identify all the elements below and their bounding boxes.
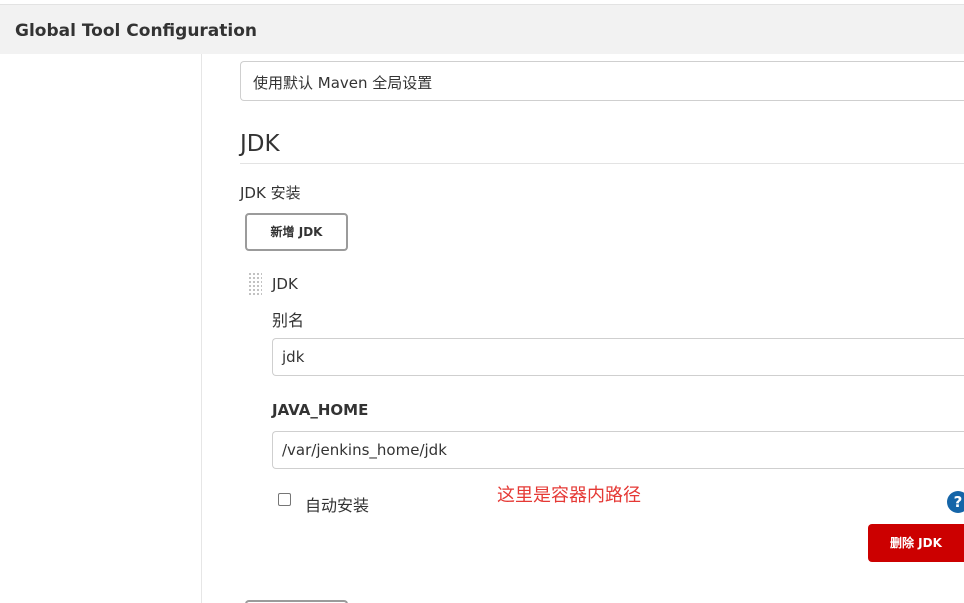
annotation-note: 这里是容器内路径 (497, 485, 641, 506)
auto-install-checkbox[interactable] (278, 493, 291, 506)
add-jdk-button[interactable]: 新增 JDK (245, 213, 348, 251)
auto-install-label[interactable]: 自动安装 (305, 492, 369, 516)
jdk-section-heading: JDK (240, 131, 280, 157)
maven-global-settings-value: 使用默认 Maven 全局设置 (253, 74, 433, 92)
alias-input-value: jdk (282, 348, 305, 366)
java-home-input-value: /var/jenkins_home/jdk (282, 441, 447, 459)
drag-handle-icon[interactable] (248, 272, 262, 296)
section-divider (240, 163, 964, 164)
java-home-label: JAVA_HOME (272, 401, 369, 419)
jdk-installations-label: JDK 安装 (240, 184, 301, 202)
alias-input[interactable]: jdk (272, 338, 964, 376)
page-header: Global Tool Configuration (0, 4, 964, 54)
sidebar-divider (201, 54, 202, 603)
page-title: Global Tool Configuration (15, 21, 258, 41)
global-tool-configuration-page: Global Tool Configuration 使用默认 Maven 全局设… (0, 0, 964, 603)
delete-jdk-button[interactable]: 删除 JDK (868, 524, 964, 562)
java-home-input[interactable]: /var/jenkins_home/jdk (272, 431, 964, 469)
jdk-installation-title: JDK (272, 275, 298, 293)
help-icon[interactable]: ? (947, 491, 964, 513)
maven-global-settings-select[interactable]: 使用默认 Maven 全局设置 (240, 61, 964, 101)
alias-label: 别名 (272, 311, 305, 330)
